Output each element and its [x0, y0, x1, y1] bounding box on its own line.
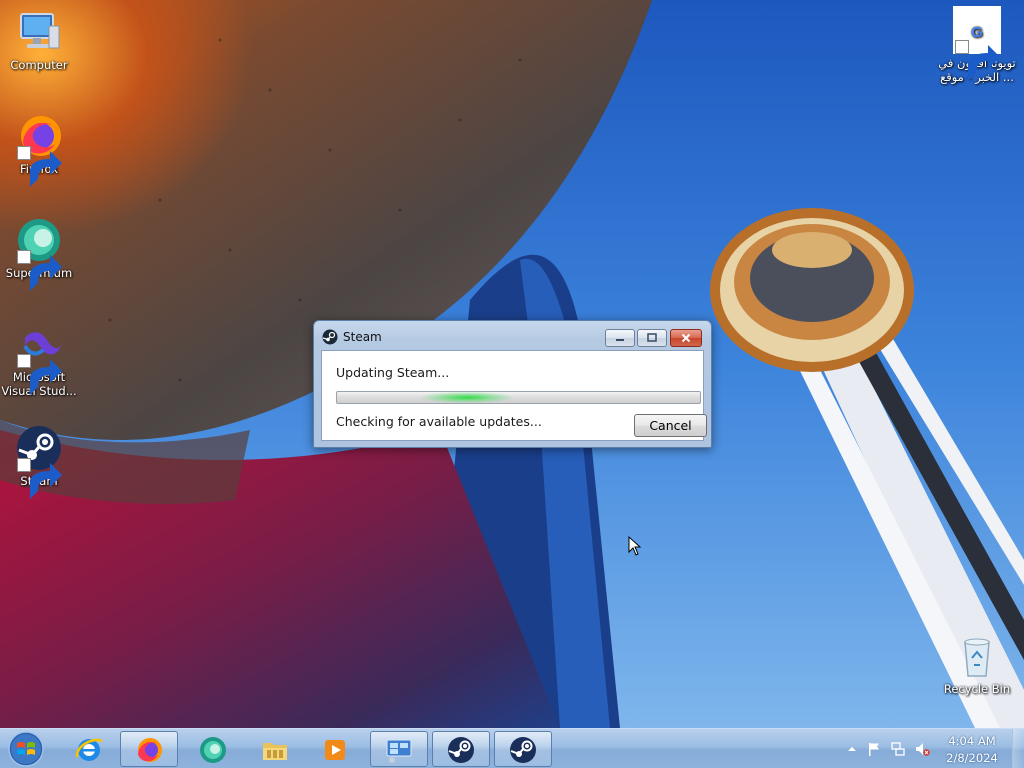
- maximize-button[interactable]: [637, 329, 667, 347]
- taskbar-file-explorer[interactable]: [246, 731, 304, 767]
- desktop-icon-firefox[interactable]: Firefox: [1, 112, 77, 187]
- update-status-text: Checking for available updates...: [336, 414, 542, 429]
- desktop-icon-visual-studio[interactable]: Microsoft Visual Stud...: [1, 320, 77, 398]
- cancel-button[interactable]: Cancel: [634, 414, 707, 437]
- google-page-icon: G: [953, 6, 1001, 81]
- shortcut-arrow-icon: [17, 458, 62, 499]
- taskbar: 4:04 AM 2/8/2024: [0, 728, 1024, 768]
- desktop-icon-recycle-bin[interactable]: Recycle Bin: [937, 632, 1017, 696]
- steam-icon: [322, 329, 338, 345]
- dialog-body: Updating Steam... Checking for available…: [321, 350, 707, 441]
- progress-bar: [336, 391, 701, 404]
- steam-icon: [448, 737, 474, 763]
- windows-logo-icon: [8, 731, 44, 767]
- progress-indicator: [422, 392, 512, 403]
- clock-date[interactable]: 2/8/2024: [942, 751, 1002, 765]
- shortcut-arrow-icon: [955, 40, 1000, 81]
- media-player-icon: [325, 740, 345, 760]
- firefox-icon: [138, 738, 162, 762]
- minimize-icon: [616, 339, 624, 341]
- system-tray: 4:04 AM 2/8/2024: [842, 729, 1024, 768]
- taskbar-steam-update[interactable]: [494, 731, 552, 767]
- network-icon[interactable]: [890, 741, 906, 757]
- dialog-title: Steam: [343, 330, 382, 344]
- speaker-muted-icon: [916, 743, 930, 756]
- folder-icon: [263, 743, 287, 760]
- update-heading: Updating Steam...: [336, 365, 450, 380]
- desktop-icon-google-shortcut[interactable]: G تويوتا افالون في ... الخبر - موقع: [937, 6, 1017, 84]
- steam-icon: [510, 737, 536, 763]
- show-desktop-button[interactable]: [1012, 729, 1024, 768]
- shortcut-arrow-icon: [17, 250, 62, 291]
- volume-icon[interactable]: [914, 741, 930, 757]
- google-g-glyph: G: [971, 24, 983, 41]
- taskbar-firefox[interactable]: [120, 731, 178, 767]
- start-button[interactable]: [4, 730, 48, 768]
- desktop-icon-computer[interactable]: Computer: [1, 8, 77, 72]
- shortcut-arrow-icon: [17, 146, 62, 187]
- taskbar-remote-desktop[interactable]: [370, 731, 428, 767]
- show-hidden-icons-button[interactable]: [844, 741, 860, 757]
- close-button[interactable]: [670, 329, 702, 347]
- minimize-button[interactable]: [605, 329, 635, 347]
- steam-icon: [15, 424, 63, 499]
- firefox-icon: [15, 112, 63, 187]
- internet-explorer-icon: [75, 738, 103, 761]
- supermium-icon: [200, 737, 226, 763]
- recycle-bin-icon: [953, 632, 1001, 680]
- taskbar-internet-explorer[interactable]: [60, 731, 118, 767]
- desktop-icon-steam[interactable]: Steam: [1, 424, 77, 499]
- remote-desktop-icon: [386, 739, 412, 763]
- mouse-cursor: [628, 535, 642, 556]
- shortcut-arrow-icon: [17, 354, 62, 395]
- network-icon-glyph: [891, 742, 905, 756]
- chevron-up-icon: [848, 747, 856, 751]
- taskbar-media-player[interactable]: [306, 731, 364, 767]
- clock-time[interactable]: 4:04 AM: [947, 734, 997, 748]
- desktop-icon-label: Computer: [10, 58, 68, 72]
- taskbar-steam[interactable]: [432, 731, 490, 767]
- visual-studio-icon: [15, 320, 63, 395]
- desktop-icon-label: Recycle Bin: [943, 682, 1011, 696]
- desktop-icon-supermium[interactable]: Supermium: [1, 216, 77, 291]
- close-icon: [681, 333, 691, 343]
- action-center-icon[interactable]: [866, 741, 882, 757]
- flag-icon: [869, 743, 879, 756]
- maximize-icon: [647, 333, 657, 342]
- dialog-titlebar[interactable]: Steam: [314, 321, 711, 351]
- computer-icon: [15, 8, 63, 56]
- steam-update-dialog: Steam Updating Steam... Checking for ava…: [313, 320, 712, 448]
- taskbar-supermium[interactable]: [184, 731, 242, 767]
- supermium-icon: [15, 216, 63, 291]
